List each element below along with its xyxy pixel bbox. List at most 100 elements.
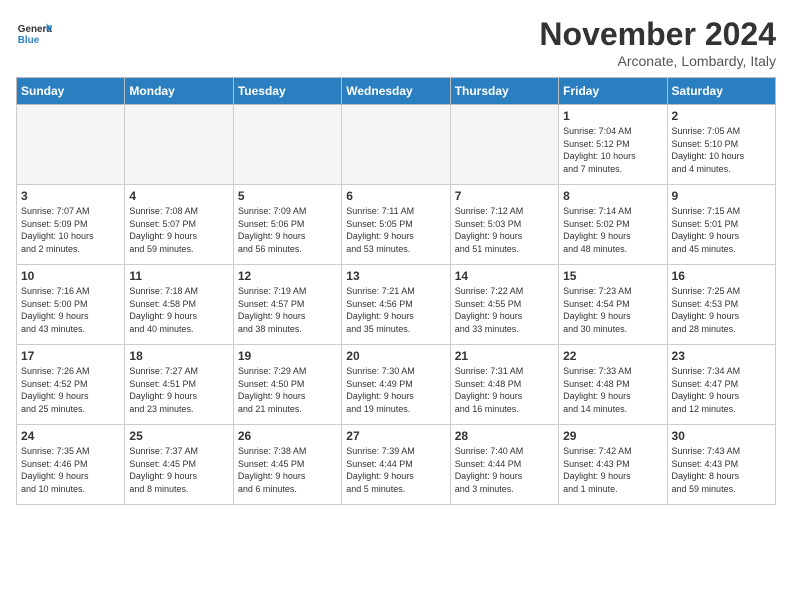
week-row-2: 3 Sunrise: 7:07 AM Sunset: 5:09 PM Daylig… [17,185,776,265]
day-info: Sunrise: 7:21 AM Sunset: 4:56 PM Dayligh… [346,285,445,335]
week-row-3: 10Sunrise: 7:16 AM Sunset: 5:00 PM Dayli… [17,265,776,345]
calendar-table: SundayMondayTuesdayWednesdayThursdayFrid… [16,77,776,505]
calendar-cell: 22 Sunrise: 7:33 AM Sunset: 4:48 PM Dayli… [559,345,667,425]
day-number: 23 [672,349,771,363]
day-info: Sunrise: 7:38 AM Sunset: 4:45 PM Dayligh… [238,445,337,495]
weekday-header-sunday: Sunday [17,78,125,105]
title-section: November 2024 Arconate, Lombardy, Italy [539,16,776,69]
calendar-cell: 8 Sunrise: 7:14 AM Sunset: 5:02 PM Daylig… [559,185,667,265]
day-info: Sunrise: 7:22 AM Sunset: 4:55 PM Dayligh… [455,285,554,335]
calendar-cell: 16 Sunrise: 7:25 AM Sunset: 4:53 PM Dayli… [667,265,775,345]
page-header: General Blue November 2024 Arconate, Lom… [16,16,776,69]
day-info: Sunrise: 7:12 AM Sunset: 5:03 PM Dayligh… [455,205,554,255]
calendar-cell [450,105,558,185]
calendar-cell: 11Sunrise: 7:18 AM Sunset: 4:58 PM Dayli… [125,265,233,345]
day-info: Sunrise: 7:25 AM Sunset: 4:53 PM Dayligh… [672,285,771,335]
day-number: 17 [21,349,120,363]
day-info: Sunrise: 7:35 AM Sunset: 4:46 PM Dayligh… [21,445,120,495]
svg-text:Blue: Blue [18,35,40,46]
day-number: 9 [672,189,771,203]
day-number: 6 [346,189,445,203]
day-number: 8 [563,189,662,203]
day-number: 22 [563,349,662,363]
day-info: Sunrise: 7:23 AM Sunset: 4:54 PM Dayligh… [563,285,662,335]
day-info: Sunrise: 7:39 AM Sunset: 4:44 PM Dayligh… [346,445,445,495]
calendar-cell: 17 Sunrise: 7:26 AM Sunset: 4:52 PM Dayli… [17,345,125,425]
day-number: 18 [129,349,228,363]
calendar-cell: 24 Sunrise: 7:35 AM Sunset: 4:46 PM Dayli… [17,425,125,505]
calendar-cell: 20Sunrise: 7:30 AM Sunset: 4:49 PM Dayli… [342,345,450,425]
logo-icon: General Blue [16,16,52,52]
calendar-cell: 6 Sunrise: 7:11 AM Sunset: 5:05 PM Daylig… [342,185,450,265]
calendar-cell: 12 Sunrise: 7:19 AM Sunset: 4:57 PM Dayli… [233,265,341,345]
calendar-cell: 21Sunrise: 7:31 AM Sunset: 4:48 PM Dayli… [450,345,558,425]
calendar-cell: 4 Sunrise: 7:08 AM Sunset: 5:07 PM Daylig… [125,185,233,265]
day-number: 20 [346,349,445,363]
calendar-cell [17,105,125,185]
weekday-header-saturday: Saturday [667,78,775,105]
day-number: 30 [672,429,771,443]
week-row-5: 24 Sunrise: 7:35 AM Sunset: 4:46 PM Dayli… [17,425,776,505]
calendar-cell: 5Sunrise: 7:09 AM Sunset: 5:06 PM Daylig… [233,185,341,265]
day-number: 4 [129,189,228,203]
calendar-cell: 25Sunrise: 7:37 AM Sunset: 4:45 PM Dayli… [125,425,233,505]
logo: General Blue [16,16,52,52]
day-info: Sunrise: 7:42 AM Sunset: 4:43 PM Dayligh… [563,445,662,495]
calendar-cell: 30 Sunrise: 7:43 AM Sunset: 4:43 PM Dayli… [667,425,775,505]
calendar-cell: 15 Sunrise: 7:23 AM Sunset: 4:54 PM Dayli… [559,265,667,345]
calendar-cell: 27 Sunrise: 7:39 AM Sunset: 4:44 PM Dayli… [342,425,450,505]
day-number: 1 [563,109,662,123]
weekday-header-row: SundayMondayTuesdayWednesdayThursdayFrid… [17,78,776,105]
weekday-header-wednesday: Wednesday [342,78,450,105]
day-number: 16 [672,269,771,283]
calendar-cell: 23 Sunrise: 7:34 AM Sunset: 4:47 PM Dayli… [667,345,775,425]
calendar-cell: 7 Sunrise: 7:12 AM Sunset: 5:03 PM Daylig… [450,185,558,265]
day-number: 7 [455,189,554,203]
location-title: Arconate, Lombardy, Italy [539,53,776,69]
weekday-header-thursday: Thursday [450,78,558,105]
calendar-cell: 3 Sunrise: 7:07 AM Sunset: 5:09 PM Daylig… [17,185,125,265]
day-number: 11 [129,269,228,283]
month-title: November 2024 [539,16,776,53]
day-number: 24 [21,429,120,443]
weekday-header-tuesday: Tuesday [233,78,341,105]
day-info: Sunrise: 7:26 AM Sunset: 4:52 PM Dayligh… [21,365,120,415]
calendar-cell: 28 Sunrise: 7:40 AM Sunset: 4:44 PM Dayli… [450,425,558,505]
day-info: Sunrise: 7:29 AM Sunset: 4:50 PM Dayligh… [238,365,337,415]
day-number: 12 [238,269,337,283]
day-number: 15 [563,269,662,283]
day-info: Sunrise: 7:04 AM Sunset: 5:12 PM Dayligh… [563,125,662,175]
day-info: Sunrise: 7:33 AM Sunset: 4:48 PM Dayligh… [563,365,662,415]
day-number: 3 [21,189,120,203]
day-number: 13 [346,269,445,283]
calendar-cell [125,105,233,185]
day-info: Sunrise: 7:16 AM Sunset: 5:00 PM Dayligh… [21,285,120,335]
day-info: Sunrise: 7:43 AM Sunset: 4:43 PM Dayligh… [672,445,771,495]
day-number: 26 [238,429,337,443]
weekday-header-monday: Monday [125,78,233,105]
week-row-1: 1 Sunrise: 7:04 AM Sunset: 5:12 PM Daylig… [17,105,776,185]
day-info: Sunrise: 7:34 AM Sunset: 4:47 PM Dayligh… [672,365,771,415]
day-info: Sunrise: 7:19 AM Sunset: 4:57 PM Dayligh… [238,285,337,335]
calendar-cell [233,105,341,185]
day-info: Sunrise: 7:11 AM Sunset: 5:05 PM Dayligh… [346,205,445,255]
day-info: Sunrise: 7:05 AM Sunset: 5:10 PM Dayligh… [672,125,771,175]
weekday-header-friday: Friday [559,78,667,105]
day-number: 28 [455,429,554,443]
calendar-cell: 29Sunrise: 7:42 AM Sunset: 4:43 PM Dayli… [559,425,667,505]
day-info: Sunrise: 7:09 AM Sunset: 5:06 PM Dayligh… [238,205,337,255]
calendar-cell: 19 Sunrise: 7:29 AM Sunset: 4:50 PM Dayli… [233,345,341,425]
day-number: 19 [238,349,337,363]
day-info: Sunrise: 7:37 AM Sunset: 4:45 PM Dayligh… [129,445,228,495]
day-number: 27 [346,429,445,443]
day-info: Sunrise: 7:15 AM Sunset: 5:01 PM Dayligh… [672,205,771,255]
calendar-cell [342,105,450,185]
day-info: Sunrise: 7:27 AM Sunset: 4:51 PM Dayligh… [129,365,228,415]
calendar-cell: 9 Sunrise: 7:15 AM Sunset: 5:01 PM Daylig… [667,185,775,265]
day-info: Sunrise: 7:08 AM Sunset: 5:07 PM Dayligh… [129,205,228,255]
day-info: Sunrise: 7:31 AM Sunset: 4:48 PM Dayligh… [455,365,554,415]
week-row-4: 17 Sunrise: 7:26 AM Sunset: 4:52 PM Dayli… [17,345,776,425]
day-info: Sunrise: 7:40 AM Sunset: 4:44 PM Dayligh… [455,445,554,495]
day-info: Sunrise: 7:07 AM Sunset: 5:09 PM Dayligh… [21,205,120,255]
day-info: Sunrise: 7:14 AM Sunset: 5:02 PM Dayligh… [563,205,662,255]
